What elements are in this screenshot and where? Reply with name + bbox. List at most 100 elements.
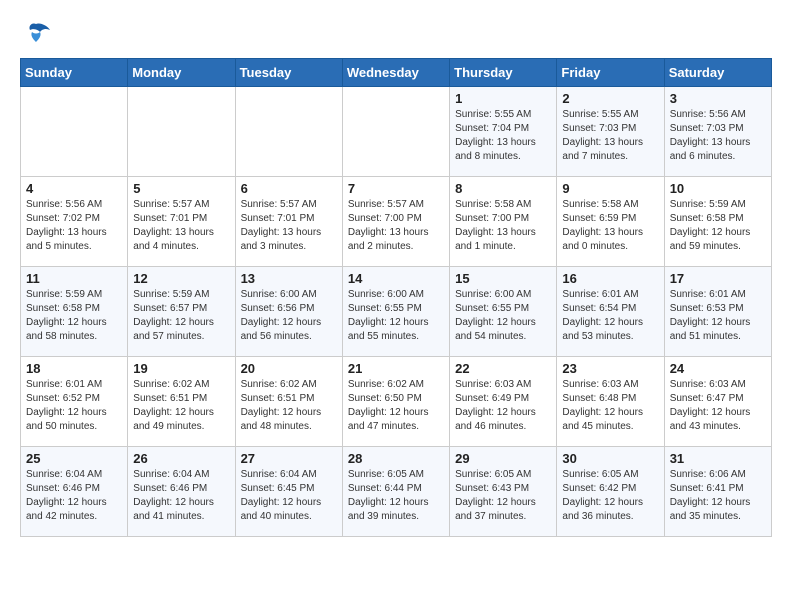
calendar-cell: 1Sunrise: 5:55 AM Sunset: 7:04 PM Daylig… <box>450 87 557 177</box>
day-number: 2 <box>562 91 658 106</box>
calendar-cell: 9 Sunrise: 5:58 AM Sunset: 6:59 PM Daylig… <box>557 177 664 267</box>
calendar-week-row: 11 Sunrise: 5:59 AM Sunset: 6:58 PM Dayli… <box>21 267 772 357</box>
calendar-cell: 25Sunrise: 6:04 AM Sunset: 6:46 PM Dayli… <box>21 447 128 537</box>
calendar-week-row: 1Sunrise: 5:55 AM Sunset: 7:04 PM Daylig… <box>21 87 772 177</box>
day-number: 5 <box>133 181 229 196</box>
day-number: 24 <box>670 361 766 376</box>
logo <box>20 20 56 48</box>
calendar-cell: 19 Sunrise: 6:02 AM Sunset: 6:51 PM Dayli… <box>128 357 235 447</box>
calendar-cell: 27 Sunrise: 6:04 AM Sunset: 6:45 PM Dayli… <box>235 447 342 537</box>
calendar-cell: 8Sunrise: 5:58 AM Sunset: 7:00 PM Daylig… <box>450 177 557 267</box>
day-info: Sunrise: 6:04 AM Sunset: 6:45 PM Dayligh… <box>241 468 337 524</box>
day-info: Sunrise: 6:02 AM Sunset: 6:51 PM Dayligh… <box>133 378 229 434</box>
calendar-cell: 17 Sunrise: 6:01 AM Sunset: 6:53 PM Dayli… <box>664 267 771 357</box>
calendar-cell: 31 Sunrise: 6:06 AM Sunset: 6:41 PM Dayli… <box>664 447 771 537</box>
calendar-cell: 4Sunrise: 5:56 AM Sunset: 7:02 PM Daylig… <box>21 177 128 267</box>
calendar-cell: 16Sunrise: 6:01 AM Sunset: 6:54 PM Dayli… <box>557 267 664 357</box>
day-info: Sunrise: 5:58 AM Sunset: 6:59 PM Dayligh… <box>562 198 658 254</box>
calendar-cell: 10 Sunrise: 5:59 AM Sunset: 6:58 PM Dayli… <box>664 177 771 267</box>
column-header-monday: Monday <box>128 59 235 87</box>
calendar-cell: 6Sunrise: 5:57 AM Sunset: 7:01 PM Daylig… <box>235 177 342 267</box>
day-number: 7 <box>348 181 444 196</box>
day-number: 27 <box>241 451 337 466</box>
day-number: 3 <box>670 91 766 106</box>
day-info: Sunrise: 6:03 AM Sunset: 6:47 PM Dayligh… <box>670 378 766 434</box>
day-number: 21 <box>348 361 444 376</box>
page-header <box>20 20 772 48</box>
calendar-cell: 24 Sunrise: 6:03 AM Sunset: 6:47 PM Dayli… <box>664 357 771 447</box>
day-number: 15 <box>455 271 551 286</box>
day-number: 19 <box>133 361 229 376</box>
day-number: 10 <box>670 181 766 196</box>
column-header-friday: Friday <box>557 59 664 87</box>
calendar-cell: 13 Sunrise: 6:00 AM Sunset: 6:56 PM Dayli… <box>235 267 342 357</box>
day-info: Sunrise: 6:05 AM Sunset: 6:43 PM Dayligh… <box>455 468 551 524</box>
calendar-cell: 14 Sunrise: 6:00 AM Sunset: 6:55 PM Dayli… <box>342 267 449 357</box>
calendar-cell <box>128 87 235 177</box>
calendar-cell: 30 Sunrise: 6:05 AM Sunset: 6:42 PM Dayli… <box>557 447 664 537</box>
calendar-cell: 26Sunrise: 6:04 AM Sunset: 6:46 PM Dayli… <box>128 447 235 537</box>
calendar-week-row: 4Sunrise: 5:56 AM Sunset: 7:02 PM Daylig… <box>21 177 772 267</box>
day-number: 8 <box>455 181 551 196</box>
day-info: Sunrise: 5:57 AM Sunset: 7:01 PM Dayligh… <box>133 198 229 254</box>
day-info: Sunrise: 6:02 AM Sunset: 6:51 PM Dayligh… <box>241 378 337 434</box>
day-info: Sunrise: 6:00 AM Sunset: 6:56 PM Dayligh… <box>241 288 337 344</box>
day-info: Sunrise: 6:02 AM Sunset: 6:50 PM Dayligh… <box>348 378 444 434</box>
day-info: Sunrise: 6:03 AM Sunset: 6:49 PM Dayligh… <box>455 378 551 434</box>
calendar-week-row: 25Sunrise: 6:04 AM Sunset: 6:46 PM Dayli… <box>21 447 772 537</box>
calendar-cell: 28 Sunrise: 6:05 AM Sunset: 6:44 PM Dayli… <box>342 447 449 537</box>
logo-bird-icon <box>20 20 52 48</box>
day-number: 9 <box>562 181 658 196</box>
day-number: 20 <box>241 361 337 376</box>
day-number: 4 <box>26 181 122 196</box>
day-number: 29 <box>455 451 551 466</box>
day-number: 14 <box>348 271 444 286</box>
day-number: 23 <box>562 361 658 376</box>
day-info: Sunrise: 6:05 AM Sunset: 6:44 PM Dayligh… <box>348 468 444 524</box>
column-header-tuesday: Tuesday <box>235 59 342 87</box>
day-info: Sunrise: 6:04 AM Sunset: 6:46 PM Dayligh… <box>26 468 122 524</box>
calendar-cell: 5 Sunrise: 5:57 AM Sunset: 7:01 PM Daylig… <box>128 177 235 267</box>
day-number: 30 <box>562 451 658 466</box>
day-number: 17 <box>670 271 766 286</box>
calendar-cell: 2 Sunrise: 5:55 AM Sunset: 7:03 PM Daylig… <box>557 87 664 177</box>
column-header-thursday: Thursday <box>450 59 557 87</box>
day-number: 13 <box>241 271 337 286</box>
calendar-cell: 23Sunrise: 6:03 AM Sunset: 6:48 PM Dayli… <box>557 357 664 447</box>
day-info: Sunrise: 5:59 AM Sunset: 6:58 PM Dayligh… <box>670 198 766 254</box>
day-info: Sunrise: 6:01 AM Sunset: 6:52 PM Dayligh… <box>26 378 122 434</box>
day-info: Sunrise: 5:56 AM Sunset: 7:03 PM Dayligh… <box>670 108 766 164</box>
day-info: Sunrise: 6:00 AM Sunset: 6:55 PM Dayligh… <box>348 288 444 344</box>
day-info: Sunrise: 6:05 AM Sunset: 6:42 PM Dayligh… <box>562 468 658 524</box>
day-number: 12 <box>133 271 229 286</box>
day-number: 28 <box>348 451 444 466</box>
day-number: 31 <box>670 451 766 466</box>
day-info: Sunrise: 6:01 AM Sunset: 6:53 PM Dayligh… <box>670 288 766 344</box>
day-info: Sunrise: 6:06 AM Sunset: 6:41 PM Dayligh… <box>670 468 766 524</box>
calendar-cell <box>342 87 449 177</box>
day-info: Sunrise: 5:59 AM Sunset: 6:57 PM Dayligh… <box>133 288 229 344</box>
day-number: 26 <box>133 451 229 466</box>
day-number: 18 <box>26 361 122 376</box>
calendar-cell <box>21 87 128 177</box>
day-info: Sunrise: 6:00 AM Sunset: 6:55 PM Dayligh… <box>455 288 551 344</box>
calendar-cell: 12 Sunrise: 5:59 AM Sunset: 6:57 PM Dayli… <box>128 267 235 357</box>
calendar-cell: 18 Sunrise: 6:01 AM Sunset: 6:52 PM Dayli… <box>21 357 128 447</box>
calendar-week-row: 18 Sunrise: 6:01 AM Sunset: 6:52 PM Dayli… <box>21 357 772 447</box>
column-header-saturday: Saturday <box>664 59 771 87</box>
day-info: Sunrise: 5:57 AM Sunset: 7:01 PM Dayligh… <box>241 198 337 254</box>
calendar-header-row: SundayMondayTuesdayWednesdayThursdayFrid… <box>21 59 772 87</box>
calendar-cell: 22 Sunrise: 6:03 AM Sunset: 6:49 PM Dayli… <box>450 357 557 447</box>
day-info: Sunrise: 5:57 AM Sunset: 7:00 PM Dayligh… <box>348 198 444 254</box>
day-number: 11 <box>26 271 122 286</box>
column-header-sunday: Sunday <box>21 59 128 87</box>
day-info: Sunrise: 5:55 AM Sunset: 7:04 PM Dayligh… <box>455 108 551 164</box>
calendar-cell: 29 Sunrise: 6:05 AM Sunset: 6:43 PM Dayli… <box>450 447 557 537</box>
day-number: 22 <box>455 361 551 376</box>
day-info: Sunrise: 5:59 AM Sunset: 6:58 PM Dayligh… <box>26 288 122 344</box>
column-header-wednesday: Wednesday <box>342 59 449 87</box>
calendar-table: SundayMondayTuesdayWednesdayThursdayFrid… <box>20 58 772 537</box>
calendar-cell: 7 Sunrise: 5:57 AM Sunset: 7:00 PM Daylig… <box>342 177 449 267</box>
calendar-cell: 20 Sunrise: 6:02 AM Sunset: 6:51 PM Dayli… <box>235 357 342 447</box>
day-info: Sunrise: 5:55 AM Sunset: 7:03 PM Dayligh… <box>562 108 658 164</box>
